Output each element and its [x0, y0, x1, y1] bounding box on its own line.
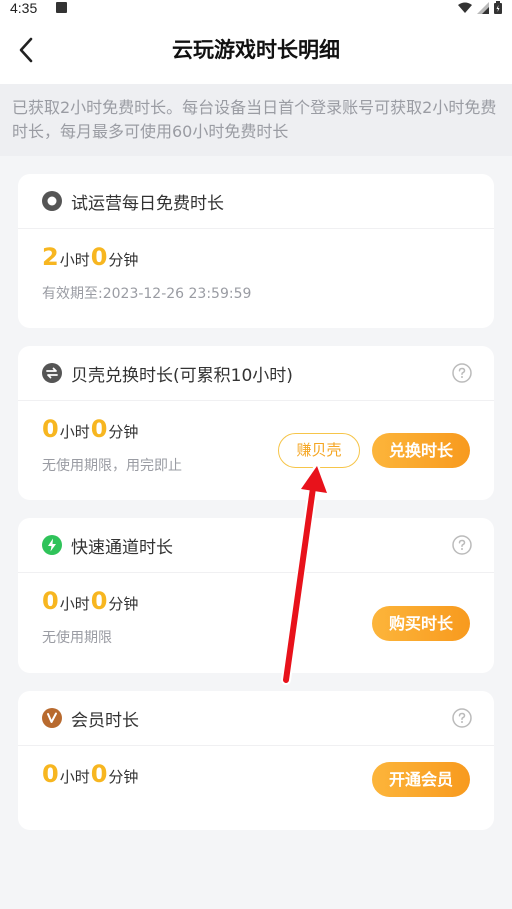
open-membership-button[interactable]: 开通会员 — [372, 762, 470, 797]
hours-value: 0 — [42, 760, 59, 788]
help-icon[interactable] — [452, 363, 472, 383]
exchange-icon — [42, 363, 62, 383]
card-header: 贝壳兑换时长(可累积10小时) — [18, 346, 494, 401]
hour-unit: 小时 — [59, 423, 90, 441]
help-icon[interactable] — [452, 535, 472, 555]
help-icon[interactable] — [452, 708, 472, 728]
hour-unit: 小时 — [59, 768, 90, 786]
hour-unit: 小时 — [59, 595, 90, 613]
page-title: 云玩游戏时长明细 — [172, 38, 340, 62]
status-bar: 4:35 — [0, 0, 512, 16]
card-header: 快速通道时长 — [18, 518, 494, 573]
signal-icon — [477, 1, 489, 14]
minute-unit: 分钟 — [108, 595, 139, 613]
lightning-icon — [42, 535, 62, 555]
minutes-value: 0 — [90, 415, 108, 443]
minute-unit: 分钟 — [108, 768, 139, 786]
card-title: 试运营每日免费时长 — [71, 193, 224, 214]
card-body: 2 小时 0 分钟 有效期至:2023-12-26 23:59:59 — [18, 229, 494, 303]
minute-unit: 分钟 — [108, 251, 139, 269]
minute-unit: 分钟 — [108, 423, 139, 441]
vip-badge-icon — [42, 708, 62, 728]
expiry-note: 有效期至:2023-12-26 23:59:59 — [42, 286, 252, 302]
minutes-value: 0 — [90, 760, 108, 788]
card-body: 0 小时 0 分钟 无使用期限，用完即止 赚贝壳 兑换时长 — [18, 401, 494, 475]
minutes-value: 0 — [90, 587, 108, 615]
card-header: 会员时长 — [18, 691, 494, 746]
duration-value: 2 小时 0 分钟 — [42, 243, 470, 271]
wifi-icon — [458, 2, 472, 13]
card-title: 贝壳兑换时长(可累积10小时) — [71, 365, 293, 386]
hour-unit: 小时 — [59, 251, 90, 269]
status-icons — [458, 1, 502, 14]
card-fast-lane: 快速通道时长 0 小时 0 分钟 无使用期限 购买时长 — [18, 518, 494, 673]
buy-time-button[interactable]: 购买时长 — [372, 606, 470, 641]
hours-value: 0 — [42, 415, 59, 443]
card-body: 0 小时 0 分钟 开通会员 — [18, 746, 494, 797]
hours-value: 2 — [42, 243, 59, 271]
minutes-value: 0 — [90, 243, 108, 271]
card-daily-free: 试运营每日免费时长 2 小时 0 分钟 有效期至:2023-12-26 23:5… — [18, 174, 494, 328]
card-shell-exchange: 贝壳兑换时长(可累积10小时) 0 小时 0 分钟 无使用期限，用完即止 赚贝壳… — [18, 346, 494, 500]
free-time-notice: 已获取2小时免费时长。每台设备当日首个登录账号可获取2小时免费时长，每月最多可使… — [0, 84, 512, 156]
exchange-time-button[interactable]: 兑换时长 — [372, 433, 470, 468]
card-title: 快速通道时长 — [71, 537, 173, 558]
status-time: 4:35 — [10, 0, 38, 16]
battery-icon — [494, 1, 502, 14]
header: 云玩游戏时长明细 — [0, 16, 512, 84]
image-notification-icon — [56, 2, 67, 13]
hours-value: 0 — [42, 587, 59, 615]
card-title: 会员时长 — [71, 710, 139, 731]
duration-cards: 试运营每日免费时长 2 小时 0 分钟 有效期至:2023-12-26 23:5… — [0, 156, 512, 830]
record-circle-icon — [42, 191, 62, 211]
card-body: 0 小时 0 分钟 无使用期限 购买时长 — [18, 573, 494, 647]
card-header: 试运营每日免费时长 — [18, 174, 494, 229]
card-membership: 会员时长 0 小时 0 分钟 开通会员 — [18, 691, 494, 830]
earn-shells-button[interactable]: 赚贝壳 — [278, 433, 360, 468]
